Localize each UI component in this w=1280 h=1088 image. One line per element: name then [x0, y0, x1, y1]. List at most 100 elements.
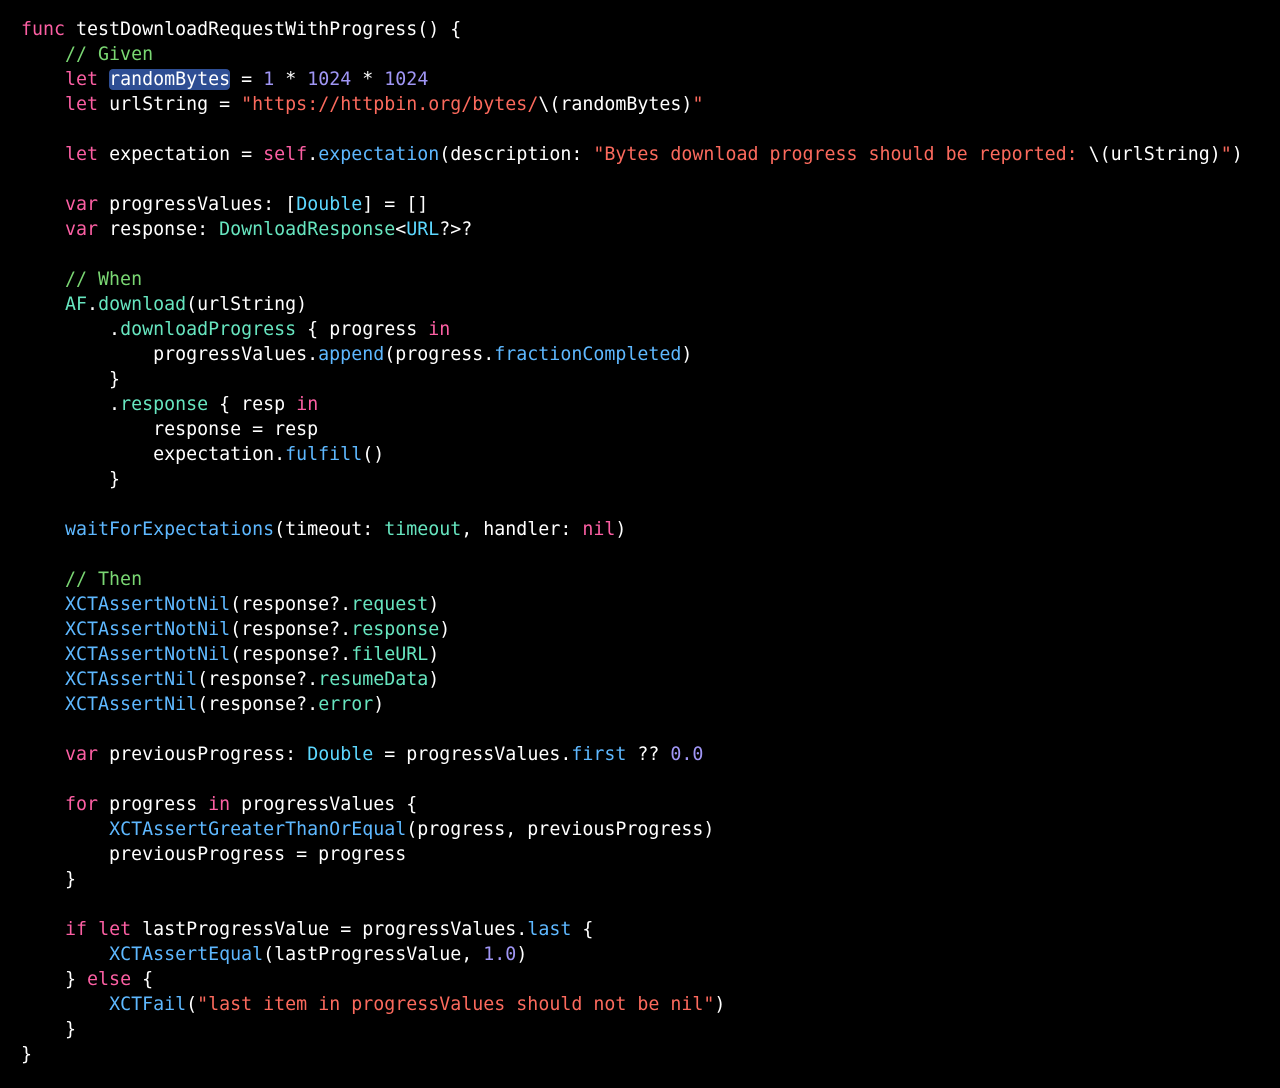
code-line[interactable]: [21, 767, 1271, 792]
code-token: func: [21, 19, 66, 40]
code-line[interactable]: expectation.fulfill(): [21, 442, 1271, 467]
code-line[interactable]: }: [21, 1042, 1271, 1067]
code-token: (progress, previousProgress): [406, 819, 715, 840]
code-token: ): [1209, 144, 1221, 165]
code-line[interactable]: XCTAssertNotNil(response?.response): [21, 617, 1271, 642]
code-token: fulfill: [285, 444, 363, 465]
code-token: fractionCompleted: [494, 344, 682, 365]
code-token: previousProgress:: [98, 744, 308, 765]
code-token: ): [439, 619, 451, 640]
code-line[interactable]: XCTAssertNil(response?.error): [21, 692, 1271, 717]
code-token: testDownloadRequestWithProgress() {: [65, 19, 462, 40]
code-line[interactable]: .response { resp in: [21, 392, 1271, 417]
code-line[interactable]: waitForExpectations(timeout: timeout, ha…: [21, 517, 1271, 542]
code-token: ): [1231, 144, 1243, 165]
code-token: append: [318, 344, 385, 365]
code-line[interactable]: // When: [21, 267, 1271, 292]
code-token: {: [131, 969, 154, 990]
code-line[interactable]: [21, 892, 1271, 917]
code-token: (timeout:: [274, 519, 385, 540]
code-token: XCTAssertNil: [65, 694, 198, 715]
code-line[interactable]: for progress in progressValues {: [21, 792, 1271, 817]
code-token: let: [65, 94, 99, 115]
code-token: var: [65, 219, 99, 240]
code-line[interactable]: [21, 242, 1271, 267]
code-editor[interactable]: func testDownloadRequestWithProgress() {…: [21, 17, 1271, 1067]
code-token: (response?.: [230, 594, 352, 615]
code-token: {: [571, 919, 594, 940]
code-token: (urlString): [186, 294, 308, 315]
code-token: DownloadResponse: [219, 219, 396, 240]
code-token: ): [714, 994, 726, 1015]
code-token: \(: [538, 94, 561, 115]
code-token: ?>?: [439, 219, 473, 240]
code-line[interactable]: }: [21, 367, 1271, 392]
code-line[interactable]: XCTAssertNotNil(response?.request): [21, 592, 1271, 617]
code-line[interactable]: var progressValues: [Double] = []: [21, 192, 1271, 217]
code-line[interactable]: let urlString = "https://httpbin.org/byt…: [21, 92, 1271, 117]
code-line[interactable]: if let lastProgressValue = progressValue…: [21, 917, 1271, 942]
code-token: XCTAssertGreaterThanOrEqual: [109, 819, 407, 840]
code-token: ] = []: [362, 194, 429, 215]
code-line[interactable]: var previousProgress: Double = progressV…: [21, 742, 1271, 767]
code-token: 1.0: [483, 944, 517, 965]
code-line[interactable]: [21, 717, 1271, 742]
code-token: XCTFail: [109, 994, 187, 1015]
code-token: error: [318, 694, 374, 715]
code-line[interactable]: var response: DownloadResponse<URL?>?: [21, 217, 1271, 242]
code-token: (response?.: [197, 694, 319, 715]
code-line[interactable]: }: [21, 467, 1271, 492]
code-line[interactable]: }: [21, 1017, 1271, 1042]
code-token: progress: [98, 794, 209, 815]
code-token: ": [692, 94, 704, 115]
code-token: resumeData: [318, 669, 429, 690]
code-token: \(: [1088, 144, 1111, 165]
code-line[interactable]: [21, 167, 1271, 192]
code-line[interactable]: XCTAssertNotNil(response?.fileURL): [21, 642, 1271, 667]
code-line[interactable]: XCTAssertGreaterThanOrEqual(progress, pr…: [21, 817, 1271, 842]
code-line[interactable]: // Given: [21, 42, 1271, 67]
code-line[interactable]: [21, 542, 1271, 567]
code-token: for: [65, 794, 99, 815]
code-token: "https://httpbin.org/bytes/: [241, 94, 539, 115]
code-token: , handler:: [461, 519, 583, 540]
code-token: *: [351, 69, 385, 90]
code-line[interactable]: let expectation = self.expectation(descr…: [21, 142, 1271, 167]
code-line[interactable]: func testDownloadRequestWithProgress() {: [21, 17, 1271, 42]
code-token: last: [527, 919, 572, 940]
code-token: }: [21, 869, 77, 890]
code-token: XCTAssertNotNil: [65, 594, 231, 615]
code-line[interactable]: [21, 117, 1271, 142]
code-line[interactable]: response = resp: [21, 417, 1271, 442]
code-token: }: [21, 369, 121, 390]
code-line[interactable]: .downloadProgress { progress in: [21, 317, 1271, 342]
code-token: else: [87, 969, 132, 990]
code-line[interactable]: XCTAssertEqual(lastProgressValue, 1.0): [21, 942, 1271, 967]
code-line[interactable]: previousProgress = progress: [21, 842, 1271, 867]
code-line[interactable]: XCTAssertNil(response?.resumeData): [21, 667, 1271, 692]
code-token: previousProgress = progress: [21, 844, 407, 865]
code-line[interactable]: XCTFail("last item in progressValues sho…: [21, 992, 1271, 1017]
code-token: "last item in progressValues should not …: [197, 994, 715, 1015]
code-token: =: [230, 69, 264, 90]
code-line[interactable]: let randomBytes = 1 * 1024 * 1024: [21, 67, 1271, 92]
code-line[interactable]: // Then: [21, 567, 1271, 592]
code-token: XCTAssertNil: [65, 669, 198, 690]
code-line[interactable]: [21, 492, 1271, 517]
code-line[interactable]: progressValues.append(progress.fractionC…: [21, 342, 1271, 367]
code-line[interactable]: }: [21, 867, 1271, 892]
code-token: XCTAssertNotNil: [65, 619, 231, 640]
code-token: <: [395, 219, 407, 240]
code-line[interactable]: AF.download(urlString): [21, 292, 1271, 317]
code-line[interactable]: } else {: [21, 967, 1271, 992]
code-token: in: [208, 794, 231, 815]
code-token: in: [428, 319, 451, 340]
